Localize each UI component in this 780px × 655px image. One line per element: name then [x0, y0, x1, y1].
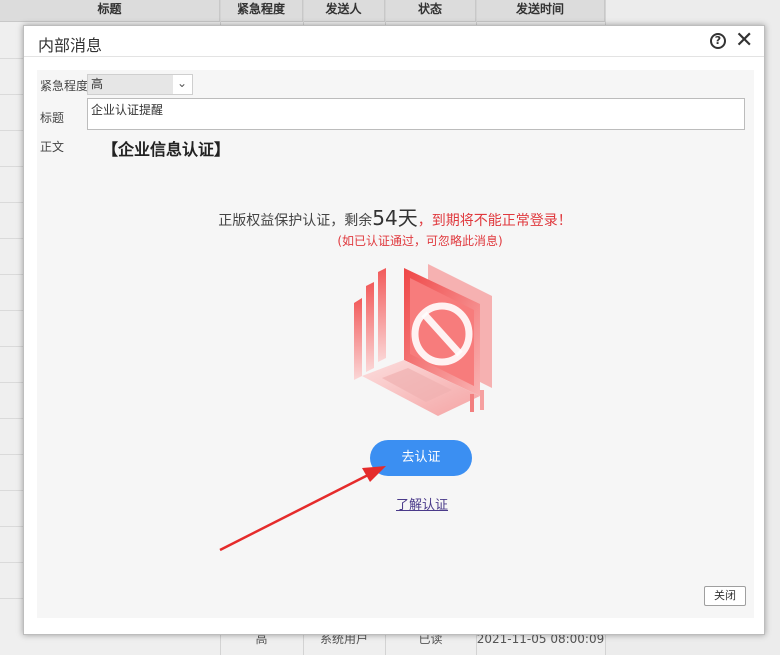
message-heading: 【企业信息认证】 — [102, 140, 231, 159]
column-header-status[interactable]: 状态 — [385, 0, 476, 22]
learn-certification-link[interactable]: 了解认证 — [396, 494, 448, 513]
close-button[interactable]: 关闭 — [704, 586, 746, 606]
urgency-label: 紧急程度 — [40, 79, 89, 93]
column-header-sender[interactable]: 发送人 — [303, 0, 385, 22]
urgency-value: 高 — [88, 75, 173, 94]
column-header-urgency[interactable]: 紧急程度 — [220, 0, 303, 22]
go-certify-button[interactable]: 去认证 — [370, 440, 472, 476]
dialog-title: 内部消息 — [38, 36, 103, 55]
bar-shape — [366, 282, 374, 372]
title-label: 标题 — [40, 111, 65, 125]
question-circle-icon[interactable]: ? — [710, 33, 726, 49]
notice-prefix: 正版权益保护认证，剩余 — [218, 213, 373, 229]
ignore-note: (如已认证通过，可忽略此消息) — [337, 234, 503, 248]
body-label: 正文 — [40, 140, 65, 154]
bar-shape — [378, 268, 386, 362]
column-header-send-time[interactable]: 发送时间 — [476, 0, 605, 22]
close-icon[interactable]: ✕ — [735, 28, 753, 53]
title-divider — [24, 56, 764, 57]
notice-warning: ，到期将不能正常登录！ — [417, 213, 572, 229]
laptop-certification-illustration — [354, 264, 492, 416]
expiry-notice: 正版权益保护认证，剩余54天，到期将不能正常登录！ — [24, 202, 766, 231]
urgency-select[interactable]: 高 ⌄ — [87, 74, 193, 95]
bar-shape — [354, 298, 362, 380]
column-header-title[interactable]: 标题 — [0, 0, 220, 22]
days-left: 54天 — [372, 206, 418, 230]
title-field[interactable]: 企业认证提醒 — [87, 98, 745, 130]
chevron-down-icon: ⌄ — [177, 76, 188, 90]
internal-message-dialog: 内部消息 ? ✕ 紧急程度 高 ⌄ 标题 企业认证提醒 正文 【企业信息认证】 … — [23, 25, 765, 635]
